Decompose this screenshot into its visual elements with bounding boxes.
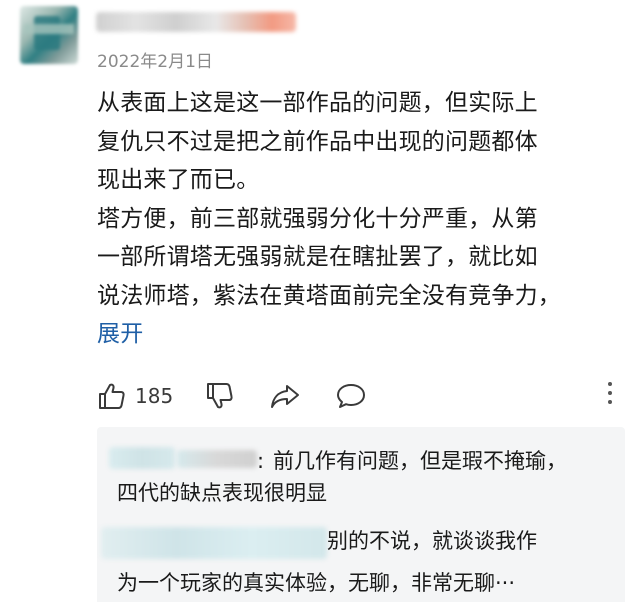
- username[interactable]: [96, 12, 296, 32]
- reply-username[interactable]: [109, 447, 175, 469]
- reply-text: 四代的缺点表现很明显: [117, 481, 327, 505]
- avatar[interactable]: [20, 6, 78, 64]
- comment-line: 从表面上这是这一部作品的问题，但实际上: [97, 90, 538, 116]
- reply-username[interactable]: [101, 527, 327, 559]
- comment-line: 说法师塔，紫法在黄塔面前完全没有竞争力，: [97, 282, 561, 309]
- reply-text: 别的不说，就谈谈我作: [327, 529, 537, 553]
- like-count: 185: [135, 384, 174, 408]
- replies-section: : 前几作有问题，但是瑕不掩瑜， 四代的缺点表现很明显 别的不说，就谈谈我作 为…: [97, 427, 625, 602]
- share-button[interactable]: [269, 376, 301, 416]
- like-button[interactable]: 185: [97, 376, 173, 416]
- comment-date: 2022年2月1日: [97, 52, 213, 72]
- reply-text: 前几作有问题，但是瑕不掩瑜，: [273, 449, 567, 473]
- comment-bubble-icon: [337, 384, 365, 408]
- comment-actions: 185: [97, 376, 627, 416]
- comment-line: 现出来了而已。: [97, 167, 260, 193]
- dislike-button[interactable]: [205, 376, 235, 416]
- expand-link[interactable]: 展开: [97, 321, 143, 347]
- comment-body: 从表面上这是这一部作品的问题，但实际上 复仇只不过是把之前作品中出现的问题都体 …: [97, 84, 627, 354]
- thumbs-down-icon: [207, 383, 233, 409]
- reply-username-extra: [177, 450, 257, 468]
- comment-line: 一部所谓塔无强弱就是在瞎扯罢了，就比如: [97, 244, 538, 270]
- comment-line: 塔方便，前三部就强弱分化十分严重，从第: [97, 205, 538, 232]
- more-options-icon[interactable]: [608, 382, 614, 404]
- comment-line: 复仇只不过是把之前作品中出现的问题都体: [97, 128, 538, 155]
- reply-text: 为一个玩家的真实体验，无聊，非常无聊···: [117, 571, 516, 595]
- reply-separator: :: [257, 449, 265, 473]
- reply-button[interactable]: [335, 376, 367, 416]
- share-icon: [271, 385, 299, 408]
- thumbs-up-icon: [99, 383, 125, 409]
